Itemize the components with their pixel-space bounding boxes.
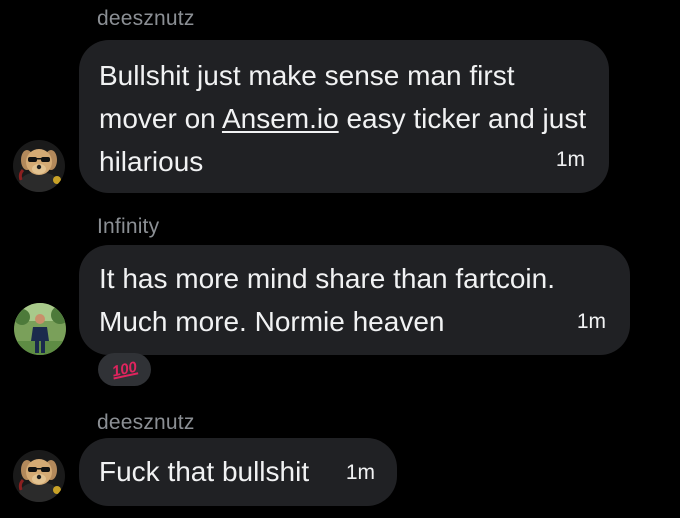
avatar-dog-icon[interactable] (13, 450, 65, 502)
message-bubble[interactable]: Fuck that bullshit 1m (79, 438, 397, 506)
message-bubble[interactable]: Bullshit just make sense man first mover… (79, 40, 609, 193)
sender-name: deesznutz (97, 7, 195, 30)
avatar-person-icon[interactable] (14, 303, 66, 355)
message-link[interactable]: Ansem.io (222, 103, 339, 134)
hundred-points-icon: 100 (110, 358, 139, 381)
reaction-100-badge[interactable]: 100 (98, 353, 151, 386)
message-time: 1m (576, 310, 606, 333)
sender-name: Infinity (97, 215, 160, 238)
avatar-dog-icon[interactable] (13, 140, 65, 192)
message-time: 1m (345, 461, 375, 484)
message-bubble[interactable]: It has more mind share than fartcoin. Mu… (79, 245, 630, 355)
message-time: 1m (555, 148, 585, 171)
message-text: It has more mind share than fartcoin. Mu… (99, 263, 555, 337)
sender-name: deesznutz (97, 411, 195, 434)
message-text: Fuck that bullshit (99, 456, 310, 487)
message-text: Bullshit just make sense man first mover… (99, 60, 587, 177)
